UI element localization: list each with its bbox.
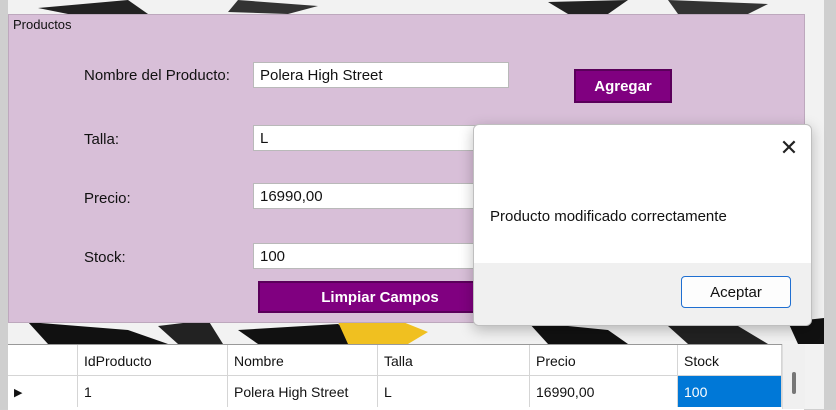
column-header-nombre[interactable]: Nombre	[228, 345, 378, 376]
agregar-button[interactable]: Agregar	[574, 69, 672, 103]
column-header-stock[interactable]: Stock	[678, 345, 782, 376]
aceptar-button[interactable]: Aceptar	[681, 276, 791, 308]
close-icon[interactable]: ✕	[777, 135, 801, 161]
column-header-idproducto[interactable]: IdProducto	[78, 345, 228, 376]
message-dialog: ✕ Producto modificado correctamente Acep…	[473, 124, 812, 326]
cell-precio[interactable]: 16990,00	[530, 376, 678, 407]
cell-idproducto[interactable]: 1	[78, 376, 228, 407]
precio-label: Precio:	[84, 190, 131, 207]
column-header-precio[interactable]: Precio	[530, 345, 678, 376]
stock-label: Stock:	[84, 249, 126, 266]
scrollbar-thumb[interactable]	[792, 372, 796, 394]
nombre-input[interactable]: Polera High Street	[253, 62, 509, 88]
talla-input[interactable]: L	[253, 125, 509, 151]
groupbox-title: Productos	[13, 17, 72, 32]
limpiar-campos-button[interactable]: Limpiar Campos	[258, 281, 502, 313]
stock-input[interactable]: 100	[253, 243, 509, 269]
row-selector-icon[interactable]: ▶	[8, 376, 78, 407]
cell-nombre[interactable]: Polera High Street	[228, 376, 378, 407]
productos-grid[interactable]: IdProducto Nombre Talla Precio Stock ▶ 1…	[8, 344, 804, 410]
nombre-label: Nombre del Producto:	[84, 67, 230, 84]
cell-stock-selected[interactable]: 100	[678, 376, 782, 407]
row-header-corner	[8, 345, 78, 376]
talla-label: Talla:	[84, 131, 120, 148]
precio-input[interactable]: 16990,00	[253, 183, 509, 209]
dialog-message: Producto modificado correctamente	[490, 208, 727, 225]
grid-vertical-scrollbar[interactable]	[782, 344, 805, 409]
cell-talla[interactable]: L	[378, 376, 530, 407]
column-header-talla[interactable]: Talla	[378, 345, 530, 376]
